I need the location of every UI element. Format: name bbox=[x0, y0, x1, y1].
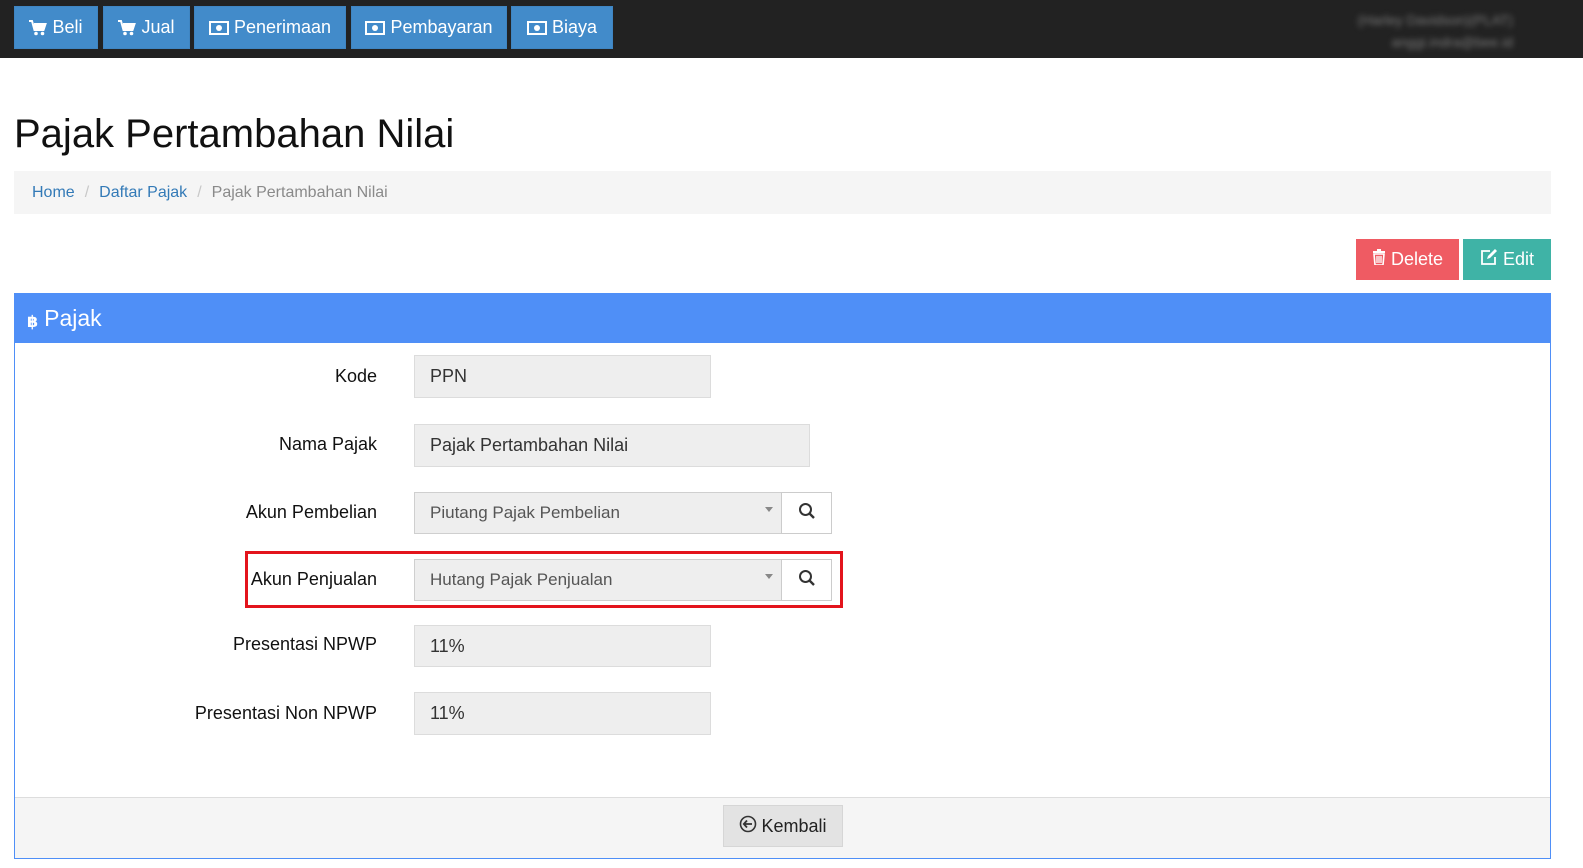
user-menu[interactable]: (Harley Davidson)(PLAT) anggi.indra@bee.… bbox=[1358, 9, 1513, 53]
nav-beli-button[interactable]: Beli bbox=[14, 6, 98, 49]
nav-jual-button[interactable]: Jual bbox=[103, 6, 190, 49]
presentasi-npwp-field: 11% bbox=[414, 625, 711, 667]
delete-label: Delete bbox=[1390, 249, 1444, 269]
money-icon bbox=[208, 20, 229, 35]
panel-heading: ฿ Pajak bbox=[15, 294, 1550, 343]
user-email: anggi.indra@bee.id bbox=[1391, 34, 1513, 50]
kode-label: Kode bbox=[334, 366, 377, 386]
nav-biaya-button[interactable]: Biaya bbox=[511, 6, 613, 49]
arrow-circle-left-icon bbox=[739, 815, 757, 838]
breadcrumb-separator: / bbox=[197, 183, 202, 201]
nav-biaya-label: Biaya bbox=[551, 17, 598, 37]
cart-icon bbox=[118, 19, 137, 36]
akun-penjualan-select[interactable]: Hutang Pajak Penjualan bbox=[414, 559, 782, 601]
breadcrumb-home-link[interactable]: Home bbox=[32, 184, 75, 202]
back-label: Kembali bbox=[761, 815, 827, 836]
nav-pembayaran-label: Pembayaran bbox=[390, 17, 493, 37]
nav-beli-label: Beli bbox=[52, 17, 83, 37]
page-title: Pajak Pertambahan Nilai bbox=[14, 112, 455, 156]
user-name: (Harley Davidson)(PLAT) bbox=[1357, 12, 1513, 28]
chevron-down-icon bbox=[765, 507, 773, 512]
edit-icon bbox=[1480, 249, 1498, 270]
nav-jual-label: Jual bbox=[141, 17, 175, 37]
edit-label: Edit bbox=[1502, 249, 1535, 269]
delete-button[interactable]: Delete bbox=[1356, 239, 1459, 280]
money-icon bbox=[526, 20, 547, 35]
top-navbar: Beli Jual Penerimaan Pembayaran Biaya (H… bbox=[0, 0, 1583, 58]
nama-pajak-field: Pajak Pertambahan Nilai bbox=[414, 424, 810, 467]
money-icon bbox=[365, 20, 386, 35]
akun-penjualan-label: Akun Penjualan bbox=[250, 569, 377, 589]
breadcrumb-separator: / bbox=[84, 183, 90, 201]
nama-pajak-label: Nama Pajak bbox=[278, 434, 377, 454]
akun-penjualan-search-button[interactable] bbox=[781, 559, 832, 601]
search-icon bbox=[798, 502, 816, 525]
back-button[interactable]: Kembali bbox=[723, 805, 843, 847]
akun-pembelian-label: Akun Pembelian bbox=[245, 502, 377, 522]
edit-button[interactable]: Edit bbox=[1463, 239, 1551, 280]
akun-pembelian-value: Piutang Pajak Pembelian bbox=[430, 503, 620, 522]
kode-field: PPN bbox=[414, 355, 711, 398]
breadcrumb-list-link[interactable]: Daftar Pajak bbox=[99, 184, 187, 202]
presentasi-npwp-label: Presentasi NPWP bbox=[232, 634, 377, 654]
breadcrumb: Home / Daftar Pajak / Pajak Pertambahan … bbox=[14, 171, 1551, 214]
nav-penerimaan-label: Penerimaan bbox=[233, 17, 332, 37]
panel-title: Pajak bbox=[44, 305, 102, 331]
nav-penerimaan-button[interactable]: Penerimaan bbox=[194, 6, 346, 49]
breadcrumb-current: Pajak Pertambahan Nilai bbox=[211, 183, 388, 201]
akun-pembelian-search-button[interactable] bbox=[781, 492, 832, 534]
akun-penjualan-value: Hutang Pajak Penjualan bbox=[430, 570, 613, 589]
nav-pembayaran-button[interactable]: Pembayaran bbox=[351, 6, 507, 49]
akun-pembelian-select[interactable]: Piutang Pajak Pembelian bbox=[414, 492, 782, 534]
cart-icon bbox=[29, 19, 48, 36]
panel-footer: Kembali bbox=[15, 797, 1550, 858]
search-icon bbox=[798, 569, 816, 592]
chevron-down-icon bbox=[765, 574, 773, 579]
trash-icon bbox=[1372, 249, 1386, 270]
bitcoin-icon: ฿ bbox=[27, 313, 39, 331]
presentasi-non-npwp-label: Presentasi Non NPWP bbox=[194, 703, 377, 723]
presentasi-non-npwp-field: 11% bbox=[414, 692, 711, 735]
